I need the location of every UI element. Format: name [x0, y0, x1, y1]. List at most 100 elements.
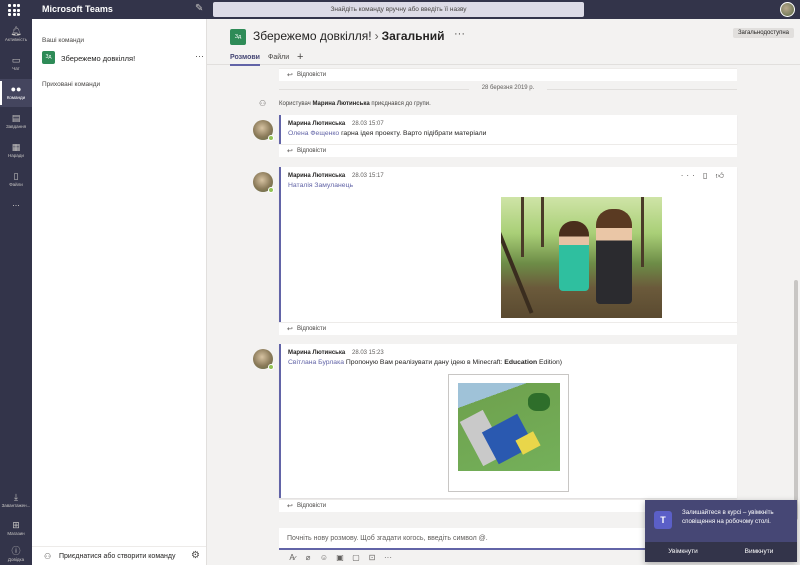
image-region — [528, 393, 550, 411]
photo-tree — [521, 197, 524, 257]
rail-label: Завантажен... — [1, 503, 31, 508]
top-bar: Microsoft Teams ✎ Знайдіть команду вручн… — [0, 0, 800, 19]
rail-label: Команди — [6, 95, 26, 100]
rail-activity[interactable]: 🔔︎ Активність — [0, 21, 32, 49]
reply-icon: ↩ — [287, 326, 293, 333]
presence-icon — [268, 135, 274, 141]
bell-icon: 🔔︎ — [10, 26, 22, 36]
conversation-feed: ↩ Відповісти 28 березня 2019 р. ⚇ Корист… — [207, 65, 793, 525]
tab-files[interactable]: Файли — [268, 54, 289, 61]
rail-label: Чат — [12, 66, 20, 71]
message-time: 28.03 15:17 — [352, 173, 384, 179]
attached-image[interactable] — [448, 374, 569, 492]
disable-notifications-button[interactable]: Вимкнути — [721, 548, 797, 555]
mention[interactable]: Світлана Бурлака — [288, 359, 344, 366]
avatar[interactable] — [253, 172, 274, 193]
message-actions: ··· ▯ 👍︎ — [681, 171, 727, 181]
reply-label: Відповісти — [297, 326, 327, 332]
files-icon: ▯ — [13, 171, 19, 181]
presence-icon — [268, 187, 274, 193]
message-text: гарна ідея проекту. Варто підібрати мате… — [339, 130, 487, 137]
avatar[interactable] — [253, 349, 274, 370]
message-author[interactable]: Марина Лютинська — [288, 173, 345, 179]
compose-placeholder: Почніть нову розмову. Щоб згадати когось… — [287, 535, 488, 542]
store-icon: ⊞ — [12, 520, 20, 530]
member-joined-icon: ⚇ — [259, 99, 267, 108]
rail-store[interactable]: ⊞ Магазин — [0, 515, 32, 543]
toast-buttons: Увімкнути Вимкнути — [645, 542, 797, 562]
reply-bar[interactable]: ↩ Відповісти — [279, 322, 737, 335]
message-author[interactable]: Марина Лютинська — [288, 350, 345, 356]
teams-logo-icon: T — [654, 511, 672, 529]
avatar[interactable] — [253, 120, 274, 141]
emoji-icon[interactable]: ☺ — [316, 553, 332, 562]
reply-icon: ↩ — [287, 503, 293, 510]
like-icon[interactable]: 👍︎ — [716, 171, 727, 180]
rail-meetings[interactable]: ▦ Наради — [0, 137, 32, 165]
enable-notifications-button[interactable]: Увімкнути — [645, 548, 721, 555]
join-create-team[interactable]: ⚇ Приєднатися або створити команду ⚙ — [32, 546, 206, 565]
rail-more[interactable]: ... — [0, 193, 32, 221]
search-input[interactable]: Знайдіть команду вручну або введіть її н… — [213, 2, 584, 17]
hidden-teams-heading[interactable]: Приховані команди — [42, 81, 100, 88]
attached-photo[interactable] — [501, 197, 662, 318]
attach-icon[interactable]: ⌀ — [300, 553, 316, 562]
rail-chat[interactable]: ▭ Чат — [0, 50, 32, 78]
message-card: Марина Лютинська 28.03 15:07 Олена Фещен… — [279, 115, 737, 144]
more-options-icon[interactable]: ··· — [380, 553, 396, 562]
format-icon[interactable]: A̷ — [284, 553, 300, 562]
gear-icon[interactable]: ⚙ — [191, 550, 200, 561]
team-item[interactable]: Зд Збережемо довкілля! ··· — [42, 51, 204, 65]
team-tile: Зд — [42, 51, 55, 64]
rail-label: Завдання — [5, 124, 27, 129]
rail-label: Наради — [8, 153, 24, 158]
date-divider: 28 березня 2019 р. — [279, 84, 737, 94]
breadcrumb-team[interactable]: Збережемо довкілля! — [253, 29, 372, 43]
tab-posts[interactable]: Розмови — [230, 54, 260, 66]
rail-label: Довідка — [7, 557, 25, 562]
reply-bar[interactable]: ↩ Відповісти — [279, 68, 737, 81]
date-divider-label: 28 березня 2019 р. — [481, 85, 535, 91]
message-body: Наталія Замуланець — [288, 182, 353, 189]
message-author[interactable]: Марина Лютинська — [288, 121, 345, 127]
app-rail: 🔔︎ Активність ▭ Чат ●● Команди ▤ Завданн… — [0, 19, 32, 565]
mention[interactable]: Олена Фещенко — [288, 130, 339, 137]
system-suffix: приєднався до групи. — [371, 101, 431, 107]
rail-assignments[interactable]: ▤ Завдання — [0, 108, 32, 136]
reply-bar[interactable]: ↩ Відповісти — [279, 144, 737, 157]
assignments-icon: ▤ — [11, 113, 21, 123]
reply-icon: ↩ — [287, 72, 293, 79]
system-message: ⚇ Користувач Марина Лютинська приєднався… — [259, 99, 739, 111]
add-tab-icon[interactable]: + — [297, 51, 303, 63]
bookmark-icon[interactable]: ▯ — [703, 171, 710, 180]
reply-label: Відповісти — [297, 148, 327, 154]
team-more-icon[interactable]: ··· — [195, 51, 204, 61]
system-user[interactable]: Марина Лютинська — [312, 101, 369, 107]
photo-person — [559, 221, 589, 291]
more-options-icon[interactable]: ··· — [681, 171, 698, 180]
app-launcher-icon[interactable] — [8, 3, 21, 16]
more-icon: ... — [12, 198, 20, 208]
feed-scrollbar[interactable] — [794, 280, 798, 520]
compose-toolbar: A̷ ⌀ ☺ ▣ ▢ ⊡ ··· — [284, 553, 396, 565]
rail-help[interactable]: ⓘ Довідка — [0, 541, 32, 565]
sticker-icon[interactable]: ▢ — [348, 553, 364, 562]
notification-toast: T Залишайтеся в курсі – увімкніть сповіщ… — [645, 500, 797, 562]
breadcrumb-channel: Загальний — [381, 29, 445, 43]
channel-more-icon[interactable]: ··· — [454, 28, 465, 40]
meet-now-icon[interactable]: ⊡ — [364, 553, 380, 562]
new-chat-icon[interactable]: ✎ — [195, 3, 207, 15]
presence-icon — [268, 364, 274, 370]
teams-pane: Ваші команди Зд Збережемо довкілля! ··· … — [32, 19, 207, 565]
message-body: Олена Фещенко гарна ідея проекту. Варто … — [288, 130, 486, 137]
rail-files[interactable]: ▯ Файли — [0, 166, 32, 194]
mention[interactable]: Наталія Замуланець — [288, 182, 353, 189]
photo-tree — [541, 197, 544, 247]
rail-teams[interactable]: ●● Команди — [0, 79, 32, 107]
message-time: 28.03 15:23 — [352, 350, 384, 356]
gif-icon[interactable]: ▣ — [332, 553, 348, 562]
breadcrumb: Збережемо довкілля! › Загальний — [253, 29, 445, 43]
minecraft-screenshot — [458, 383, 560, 471]
user-avatar[interactable] — [780, 2, 795, 17]
rail-downloads[interactable]: ⤓ Завантажен... — [0, 487, 32, 515]
